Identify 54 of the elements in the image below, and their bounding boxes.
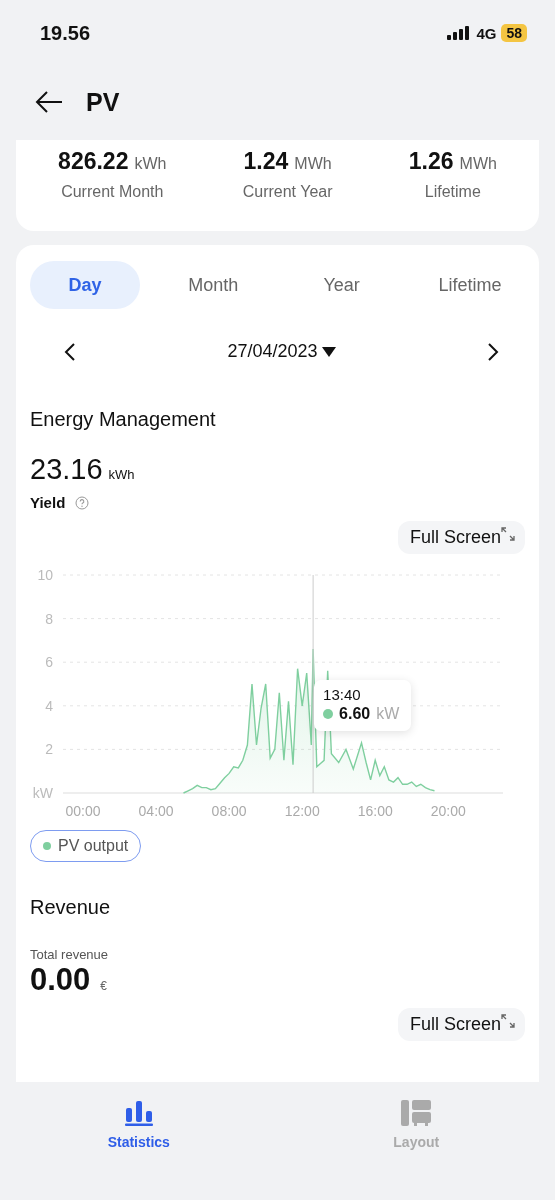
section-title: Energy Management — [30, 408, 217, 431]
full-screen-button[interactable]: Full Screen — [397, 521, 525, 554]
chevron-right-icon[interactable] — [487, 341, 499, 362]
yield-unit: kWh — [108, 467, 135, 482]
x-tick-label: 20:00 — [430, 803, 466, 818]
revenue-value: 0.00 — [30, 962, 91, 998]
bar-chart-icon — [124, 1100, 153, 1126]
expand-icon — [501, 527, 515, 541]
y-tick-label: 8 — [45, 610, 53, 627]
y-tick-label: kW — [32, 785, 53, 801]
signal-icon — [447, 26, 472, 40]
yield-label: Yield — [30, 494, 66, 511]
tooltip-value: 6.60 — [339, 705, 371, 723]
full-screen-button[interactable]: Full Screen — [397, 1008, 525, 1041]
back-arrow-icon[interactable] — [34, 90, 64, 114]
x-tick-label: 16:00 — [357, 803, 393, 818]
tooltip-time: 13:40 — [323, 686, 362, 703]
x-tick-label: 04:00 — [138, 803, 174, 818]
x-tick-label: 12:00 — [284, 803, 320, 818]
revenue-label: Total revenue — [30, 947, 110, 962]
expand-icon — [501, 1014, 515, 1028]
caret-down-icon — [321, 346, 336, 357]
page-title: PV — [86, 87, 120, 117]
currency-unit: € — [100, 979, 108, 993]
stat-unit: MWh — [459, 155, 497, 173]
stat-label: Lifetime — [424, 183, 481, 201]
stat-value: 1.24 — [243, 148, 289, 175]
battery-level: 58 — [501, 24, 527, 42]
period-tab[interactable]: Year — [286, 261, 397, 309]
nav-tab[interactable]: Statistics — [88, 1100, 189, 1160]
date-picker[interactable]: 27/04/2023 — [227, 341, 336, 362]
series-dot — [323, 709, 334, 719]
chevron-left-icon[interactable] — [64, 341, 76, 362]
stat-value: 1.26 — [408, 148, 454, 175]
tooltip-unit: kW — [376, 705, 400, 723]
period-tab[interactable]: Day — [30, 261, 140, 309]
layout-icon — [401, 1100, 432, 1126]
y-tick-label: 2 — [45, 741, 53, 758]
stat-label: Current Month — [61, 183, 164, 201]
y-tick-label: 10 — [37, 567, 53, 583]
y-tick-label: 4 — [45, 697, 53, 714]
status-time: 19.56 — [40, 21, 91, 45]
yield-value: 23.16 — [30, 453, 103, 486]
network-label: 4G — [476, 24, 497, 42]
period-tab[interactable]: Lifetime — [415, 261, 525, 309]
stat-label: Current Year — [242, 183, 333, 201]
stat-unit: MWh — [294, 155, 332, 173]
section-title: Revenue — [30, 896, 112, 919]
y-tick-label: 6 — [45, 654, 53, 671]
x-tick-label: 08:00 — [211, 803, 247, 818]
stat-unit: kWh — [134, 155, 167, 173]
period-tab[interactable]: Month — [158, 261, 269, 309]
x-tick-label: 00:00 — [65, 803, 101, 818]
stat-value: 826.22 — [58, 148, 129, 175]
